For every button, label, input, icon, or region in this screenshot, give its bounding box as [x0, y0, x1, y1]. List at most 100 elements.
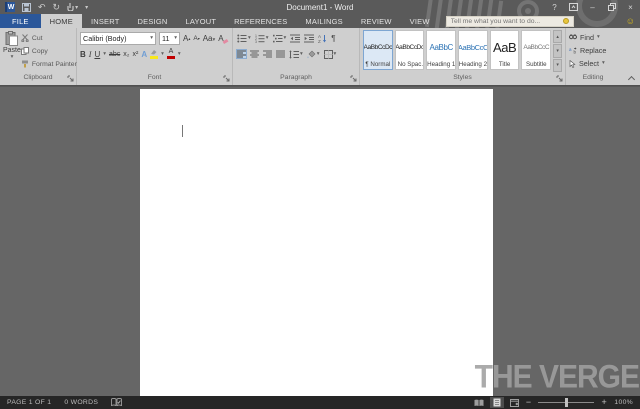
close-button[interactable]: ×: [621, 0, 640, 14]
copy-button[interactable]: Copy: [21, 45, 77, 57]
clear-formatting-button[interactable]: A: [218, 34, 227, 43]
touch-mode-button[interactable]: ▾: [67, 3, 78, 11]
strikethrough-button[interactable]: abc: [109, 50, 120, 59]
align-left-icon: [237, 50, 246, 58]
style-card-normal[interactable]: AaBbCcDc ¶ Normal: [363, 30, 393, 70]
qat-customize-icon[interactable]: ▾: [85, 4, 88, 11]
proofing-status-icon[interactable]: [111, 398, 122, 407]
read-mode-button[interactable]: [472, 397, 486, 408]
style-card-subtitle[interactable]: AaBbCcC Subtitle: [521, 30, 551, 70]
tell-me-box[interactable]: [446, 16, 574, 27]
zoom-slider[interactable]: [538, 402, 594, 403]
paragraph-dialog-launcher-icon[interactable]: [350, 75, 357, 82]
borders-button[interactable]: ▾: [323, 49, 338, 60]
zoom-level-indicator[interactable]: 100%: [611, 399, 633, 406]
superscript-button[interactable]: x²: [133, 50, 139, 59]
find-button[interactable]: Find ▾: [569, 31, 617, 44]
font-name-combobox[interactable]: Calibri (Body) ▾: [80, 32, 156, 45]
style-sample: AaBbCcDc: [364, 33, 393, 61]
bold-button[interactable]: B: [80, 50, 86, 59]
web-layout-button[interactable]: [508, 397, 522, 408]
help-button[interactable]: ?: [545, 0, 564, 14]
svg-text:3: 3: [255, 40, 257, 43]
replace-button[interactable]: a b Replace: [569, 44, 617, 57]
style-name: Title: [499, 61, 510, 68]
styles-scroll-down-button[interactable]: ▾: [553, 44, 562, 57]
tab-design[interactable]: DESIGN: [129, 14, 177, 28]
font-color-dropdown[interactable]: ▾: [178, 52, 181, 57]
zoom-out-button[interactable]: −: [526, 398, 532, 407]
feedback-smiley-icon[interactable]: ☺: [626, 17, 635, 26]
ribbon-display-options-button[interactable]: [564, 0, 583, 14]
show-formatting-marks-button[interactable]: ¶: [330, 33, 336, 44]
text-effects-button[interactable]: A: [141, 50, 147, 59]
verge-watermark: THE VERGE: [475, 363, 639, 393]
restore-button[interactable]: [602, 0, 621, 14]
style-card-title[interactable]: AaB Title: [490, 30, 520, 70]
decrease-indent-button[interactable]: [289, 33, 301, 44]
tab-references[interactable]: REFERENCES: [225, 14, 296, 28]
grow-font-button[interactable]: A▴: [183, 34, 190, 43]
tab-insert[interactable]: INSERT: [82, 14, 129, 28]
styles-group: AaBbCcDc ¶ Normal AaBbCcDc ¶ No Spac... …: [360, 28, 566, 85]
shrink-font-button[interactable]: A▾: [193, 34, 199, 43]
tab-home[interactable]: HOME: [41, 14, 82, 28]
print-layout-button[interactable]: [490, 397, 504, 408]
minimize-button[interactable]: –: [583, 0, 602, 14]
font-size-combobox[interactable]: 11 ▾: [159, 32, 180, 45]
style-card-heading2[interactable]: AaBbCcC Heading 2: [458, 30, 488, 70]
tab-file[interactable]: FILE: [0, 14, 41, 28]
ribbon-tab-row: FILE HOME INSERT DESIGN LAYOUT REFERENCE…: [0, 14, 640, 28]
style-card-no-spacing[interactable]: AaBbCcDc ¶ No Spac...: [395, 30, 425, 70]
align-center-button[interactable]: [249, 49, 260, 59]
align-left-button[interactable]: [236, 49, 247, 59]
svg-text:Z: Z: [318, 39, 321, 43]
cut-button[interactable]: Cut: [21, 32, 77, 44]
underline-dropdown[interactable]: ▾: [103, 52, 106, 57]
shading-button[interactable]: ▾: [306, 49, 321, 60]
sort-button[interactable]: A Z: [317, 33, 328, 44]
undo-icon[interactable]: ↶: [38, 3, 46, 12]
tell-me-input[interactable]: [451, 18, 563, 25]
page-count-indicator[interactable]: PAGE 1 OF 1: [7, 399, 51, 406]
italic-button[interactable]: I: [89, 50, 92, 59]
tab-mailings[interactable]: MAILINGS: [296, 14, 351, 28]
tab-layout[interactable]: LAYOUT: [177, 14, 226, 28]
word-count-indicator[interactable]: 0 WORDS: [64, 399, 98, 406]
styles-scroll-up-button[interactable]: ▴: [553, 30, 562, 43]
font-color-button[interactable]: A: [167, 49, 175, 59]
styles-dialog-launcher-icon[interactable]: [556, 75, 563, 82]
multilevel-list-button[interactable]: ▾: [272, 33, 288, 44]
font-size-dropdown: ▾: [174, 36, 177, 41]
collapse-ribbon-button[interactable]: [629, 75, 635, 81]
highlight-color-button[interactable]: [150, 49, 158, 59]
zoom-in-button[interactable]: +: [601, 398, 607, 407]
zoom-slider-thumb[interactable]: [565, 398, 568, 407]
format-painter-button[interactable]: Format Painter: [21, 58, 77, 70]
tab-view[interactable]: VIEW: [401, 14, 439, 28]
styles-more-button[interactable]: ▾: [553, 59, 562, 72]
bullets-button[interactable]: ▾: [236, 33, 252, 44]
numbering-button[interactable]: 1 2 3 ▾: [254, 33, 270, 44]
select-button[interactable]: Select ▾: [569, 57, 617, 70]
underline-button[interactable]: U: [94, 50, 100, 59]
paste-button[interactable]: Paste ▾: [3, 31, 21, 72]
tab-review[interactable]: REVIEW: [352, 14, 401, 28]
line-spacing-icon: [289, 50, 299, 59]
document-page[interactable]: [140, 89, 493, 396]
increase-indent-button[interactable]: [303, 33, 315, 44]
align-right-button[interactable]: [262, 49, 273, 59]
style-name: Heading 1: [427, 61, 455, 68]
font-dialog-launcher-icon[interactable]: [223, 75, 230, 82]
subscript-button[interactable]: x₂: [123, 50, 129, 59]
align-right-icon: [263, 50, 272, 58]
align-center-icon: [250, 50, 259, 58]
justify-button[interactable]: [275, 49, 286, 59]
highlight-dropdown[interactable]: ▾: [161, 52, 164, 57]
redo-icon[interactable]: ↻: [53, 3, 61, 12]
line-spacing-button[interactable]: ▾: [288, 49, 304, 60]
clipboard-dialog-launcher-icon[interactable]: [67, 75, 74, 82]
save-icon[interactable]: [22, 3, 31, 12]
change-case-button[interactable]: Aa▾: [203, 34, 216, 43]
style-card-heading1[interactable]: AaBbC Heading 1: [426, 30, 456, 70]
